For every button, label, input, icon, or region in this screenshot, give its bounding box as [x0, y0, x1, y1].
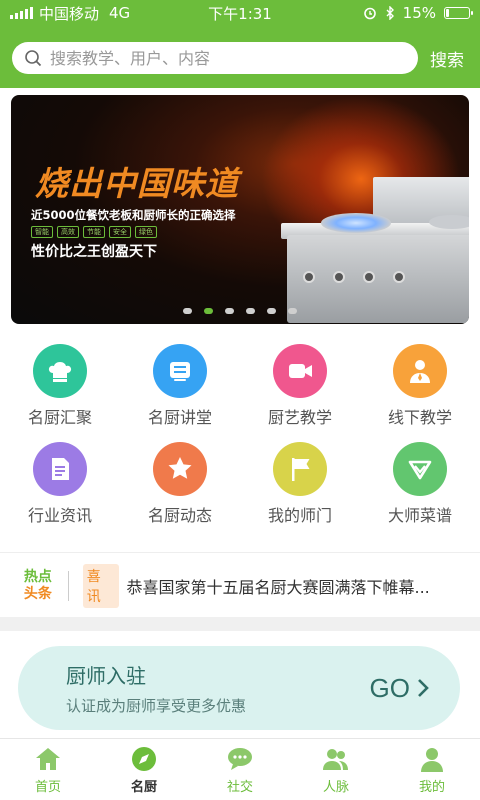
- tab-compass[interactable]: 名厨: [96, 739, 192, 800]
- tab-label: 人脉: [322, 780, 349, 795]
- bottom-tab-bar: 首页 名厨 社交 人脉 我的: [0, 738, 480, 800]
- tab-label: 首页: [34, 780, 61, 795]
- grid-icon-circle: [273, 344, 327, 398]
- battery-fill: [446, 9, 449, 17]
- grid-icon-circle: [33, 442, 87, 496]
- app-header: 中国移动 4G 下午1:31 15% 搜索: [0, 0, 480, 88]
- signal-icon: [10, 7, 33, 19]
- banner-slogan: 性价比之王创盈天下: [31, 244, 157, 260]
- chat-icon: [228, 748, 252, 770]
- tab-label: 社交: [226, 780, 253, 795]
- carousel-dots[interactable]: [11, 308, 469, 314]
- grid-item-star[interactable]: 名厨动态: [120, 442, 240, 526]
- banner-subtitle: 近5000位餐饮老板和厨师长的正确选择: [31, 208, 236, 222]
- bluetooth-icon: [386, 6, 394, 20]
- star-icon: [168, 457, 192, 479]
- banner-tags: 智能 高效 节能 安全 绿色: [31, 226, 157, 238]
- search-box[interactable]: [12, 42, 418, 74]
- battery-icon: [444, 7, 473, 19]
- grid-item-label: 行业资讯: [27, 506, 92, 525]
- video-icon: [289, 364, 312, 378]
- news-headline[interactable]: 恭喜国家第十五届名厨大赛圆满落下帷幕...: [127, 574, 463, 598]
- banner-tag: 节能: [83, 226, 105, 238]
- news-badge: 喜讯: [82, 564, 119, 608]
- carousel-dot[interactable]: [246, 308, 255, 314]
- chevron-right-icon: [418, 679, 429, 697]
- carousel-dot[interactable]: [225, 308, 234, 314]
- carousel-dot[interactable]: [288, 308, 297, 314]
- flag-icon: [292, 458, 310, 481]
- profile-icon: [421, 748, 443, 772]
- status-bar: 中国移动 4G 下午1:31 15%: [0, 0, 480, 26]
- grid-item-label: 名厨汇聚: [27, 408, 92, 427]
- news-separator: [67, 571, 69, 601]
- feature-grid: 名厨汇聚 名厨讲堂 厨艺教学 线下教学 行业资讯 名厨动态 我的师门 大师菜谱: [0, 344, 480, 526]
- carousel-dot[interactable]: [204, 308, 213, 314]
- grid-icon-circle: [153, 442, 207, 496]
- hot-news-logo-line1: 热点: [23, 569, 52, 585]
- tab-contacts[interactable]: 人脉: [288, 739, 384, 800]
- grid-item-label: 线下教学: [387, 408, 452, 427]
- grid-icon-circle: [393, 442, 447, 496]
- banner-tag: 智能: [31, 226, 53, 238]
- grid-item-label: 名厨讲堂: [147, 408, 212, 427]
- burner-graphic: [429, 215, 469, 229]
- grid-item-lecture[interactable]: 名厨讲堂: [120, 344, 240, 428]
- flame-burner-graphic: [321, 213, 391, 233]
- tab-profile[interactable]: 我的: [384, 739, 480, 800]
- tab-label: 我的: [418, 780, 445, 795]
- document-icon: [52, 458, 69, 480]
- tab-home[interactable]: 首页: [0, 739, 96, 800]
- promo-banner[interactable]: 烧出中国味道 近5000位餐饮老板和厨师长的正确选择 智能 高效 节能 安全 绿色 性价…: [11, 95, 469, 324]
- grid-item-label: 厨艺教学: [267, 408, 332, 427]
- chef-join-subtitle: 认证成为厨师享受更多优惠: [66, 697, 247, 715]
- chef-join-banner[interactable]: 厨师入驻 认证成为厨师享受更多优惠 GO: [18, 646, 460, 730]
- compass-icon: [132, 747, 156, 771]
- carrier-name: 中国移动: [39, 4, 100, 23]
- grid-icon-circle: [393, 344, 447, 398]
- tab-label: 名厨: [130, 780, 157, 795]
- search-button[interactable]: 搜索: [430, 46, 464, 71]
- grid-item-label: 我的师门: [267, 506, 332, 525]
- grid-item-label: 大师菜谱: [387, 506, 452, 525]
- grid-item-document[interactable]: 行业资讯: [0, 442, 120, 526]
- banner-tag: 高效: [57, 226, 79, 238]
- search-input[interactable]: [50, 48, 380, 68]
- grid-item-video[interactable]: 厨艺教学: [240, 344, 360, 428]
- go-button[interactable]: GO: [370, 673, 430, 704]
- banner-tag: 绿色: [135, 226, 157, 238]
- recipe-icon: [408, 460, 432, 480]
- search-icon: [25, 50, 42, 67]
- grid-item-teacher[interactable]: 线下教学: [360, 344, 480, 428]
- go-label: GO: [369, 672, 410, 703]
- banner-tag: 安全: [109, 226, 131, 238]
- grid-item-recipe[interactable]: 大师菜谱: [360, 442, 480, 526]
- banner-title: 烧出中国味道: [35, 164, 239, 203]
- contacts-icon: [323, 749, 348, 770]
- hot-news-logo-line2: 头条: [23, 586, 52, 602]
- hot-news-logo: 热点 头条: [18, 569, 58, 603]
- carousel-dot[interactable]: [183, 308, 192, 314]
- carousel-dot[interactable]: [267, 308, 276, 314]
- grid-icon-circle: [273, 442, 327, 496]
- alarm-icon: [363, 7, 376, 20]
- section-spacer: [0, 617, 480, 631]
- battery-percent: 15%: [402, 4, 436, 22]
- hot-news-bar[interactable]: 热点 头条 喜讯 恭喜国家第十五届名厨大赛圆满落下帷幕...: [0, 560, 480, 612]
- grid-icon-circle: [33, 344, 87, 398]
- tab-chat[interactable]: 社交: [192, 739, 288, 800]
- grid-item-flag[interactable]: 我的师门: [240, 442, 360, 526]
- lecture-icon: [170, 362, 190, 381]
- stove-knobs: [303, 271, 405, 283]
- home-icon: [36, 748, 60, 770]
- grid-item-label: 名厨动态: [147, 506, 212, 525]
- network-type: 4G: [109, 4, 131, 22]
- chef-hat-icon: [48, 362, 72, 382]
- grid-item-chef-hat[interactable]: 名厨汇聚: [0, 344, 120, 428]
- teacher-icon: [410, 360, 430, 383]
- chef-join-title: 厨师入驻: [66, 664, 146, 688]
- grid-icon-circle: [153, 344, 207, 398]
- divider: [0, 552, 480, 553]
